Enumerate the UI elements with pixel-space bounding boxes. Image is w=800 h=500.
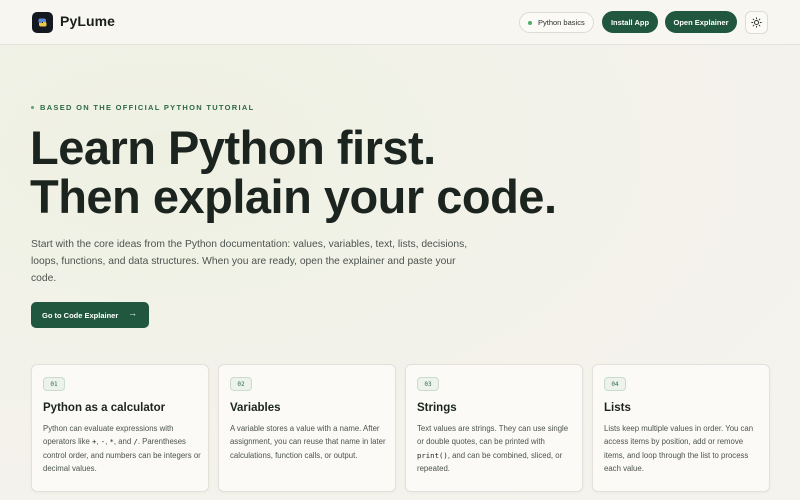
pill-label: Python basics: [538, 18, 585, 27]
cta-label: Go to Code Explainer: [42, 310, 119, 320]
card-number-badge: 01: [43, 377, 65, 391]
card-calculator: 01 Python as a calculator Python can eva…: [31, 364, 209, 492]
card-body: Lists keep multiple values in order. You…: [604, 424, 754, 473]
open-explainer-button[interactable]: Open Explainer: [665, 11, 737, 33]
card-body: Python can evaluate expressions with ope…: [43, 424, 201, 473]
eyebrow-text: BASED ON THE OFFICIAL PYTHON TUTORIAL: [40, 103, 255, 112]
headline-line-2: Then explain your code.: [30, 170, 557, 223]
sun-icon: [751, 17, 762, 28]
card-title: Python as a calculator: [43, 402, 166, 414]
page-title: Learn Python first. Then explain your co…: [30, 123, 557, 221]
card-lists: 04 Lists Lists keep multiple values in o…: [592, 364, 770, 492]
arrow-right-icon: →: [128, 308, 137, 318]
card-body: Text values are strings. They can use si…: [417, 424, 569, 473]
card-title: Variables: [230, 402, 281, 414]
brand-name[interactable]: PyLume: [60, 13, 115, 29]
card-title: Lists: [604, 402, 631, 414]
headline-line-1: Learn Python first.: [30, 121, 436, 174]
lead-paragraph: Start with the core ideas from the Pytho…: [31, 239, 468, 284]
eyebrow-dot-icon: [31, 106, 34, 109]
card-body: A variable stores a value with a name. A…: [230, 424, 386, 460]
code-print: print(): [417, 450, 448, 460]
card-number-badge: 03: [417, 377, 439, 391]
python-basics-pill[interactable]: Python basics: [519, 12, 594, 33]
pylume-logo-icon[interactable]: [32, 12, 53, 33]
card-number-badge: 04: [604, 377, 626, 391]
card-title: Strings: [417, 402, 457, 414]
card-number-badge: 02: [230, 377, 252, 391]
theme-toggle-button[interactable]: [745, 11, 768, 34]
card-strings: 03 Strings Text values are strings. They…: [405, 364, 583, 492]
top-bar: PyLume Python basics Install App Open Ex…: [0, 0, 800, 45]
card-variables: 02 Variables A variable stores a value w…: [218, 364, 396, 492]
install-app-button[interactable]: Install App: [602, 11, 658, 33]
status-dot-icon: [528, 20, 532, 25]
eyebrow: BASED ON THE OFFICIAL PYTHON TUTORIAL: [31, 103, 255, 112]
go-to-code-explainer-button[interactable]: Go to Code Explainer →: [31, 302, 149, 328]
